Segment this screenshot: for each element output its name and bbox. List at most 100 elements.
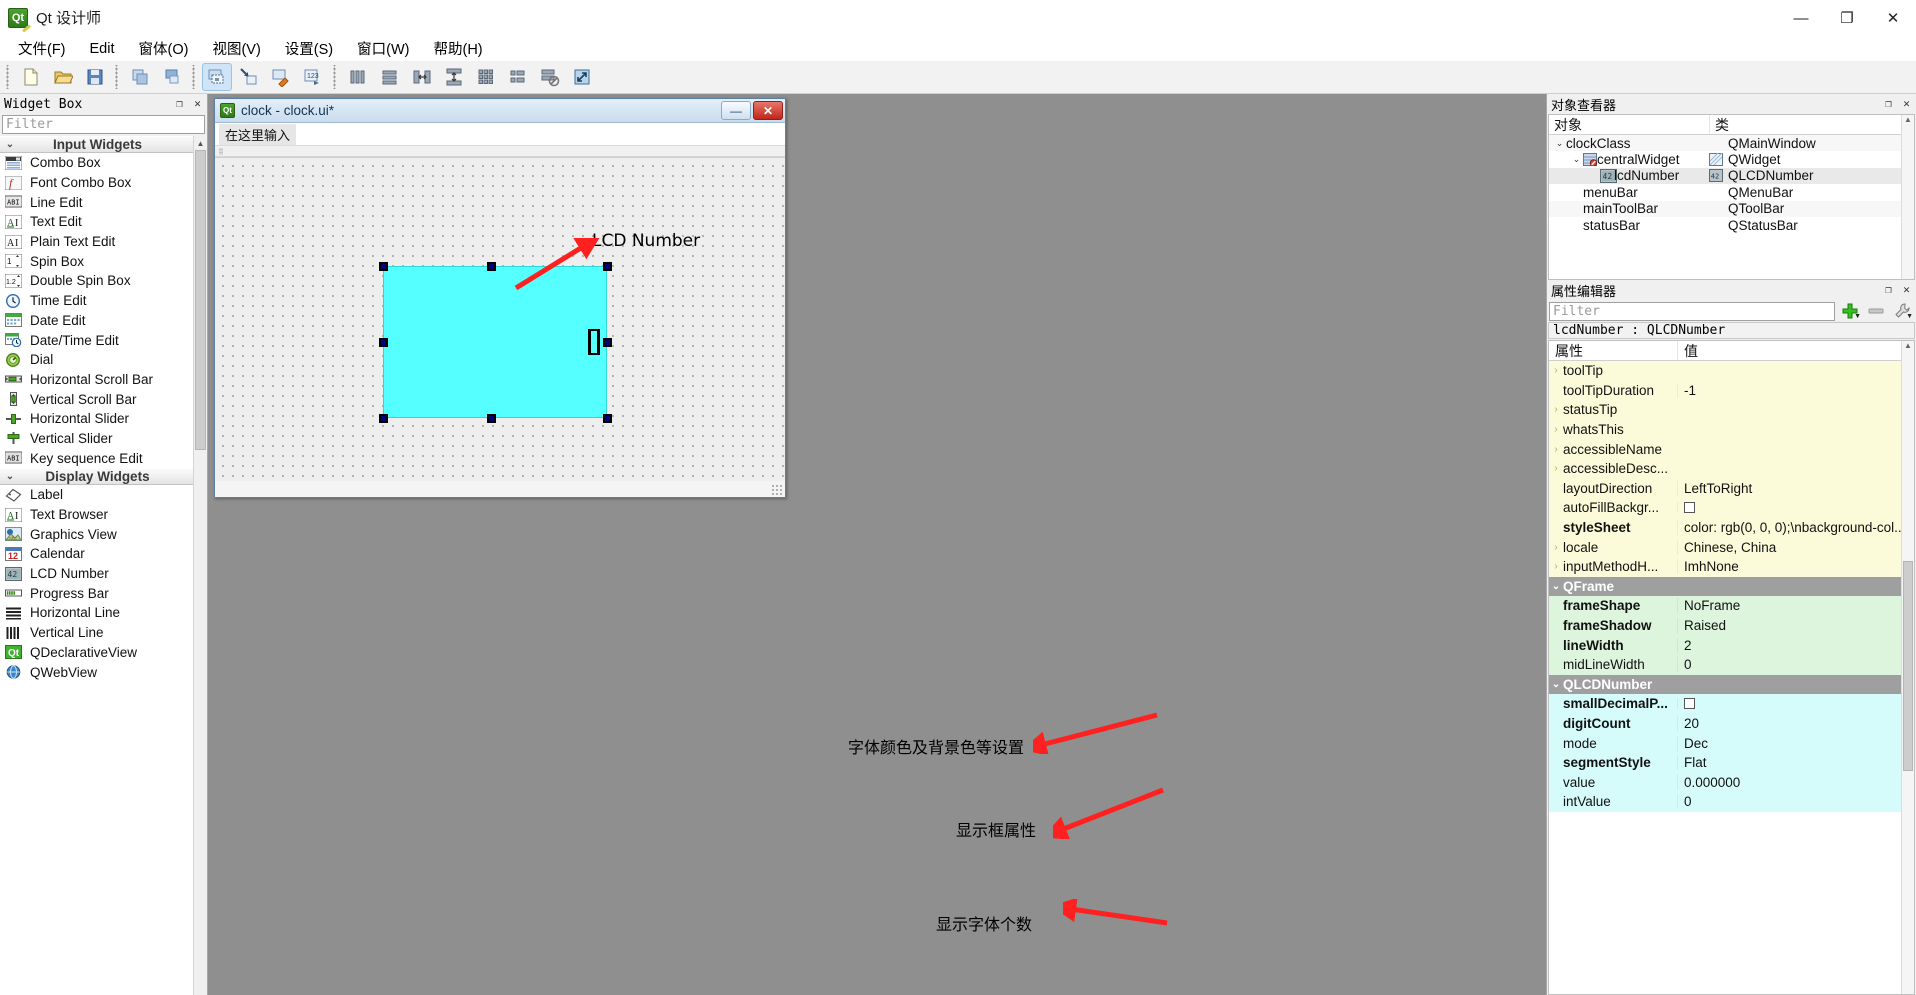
widget-item-calendar[interactable]: 12 Calendar: [0, 544, 193, 564]
widget-item-lcd-number[interactable]: 42 LCD Number: [0, 563, 193, 584]
widget-item-line-edit[interactable]: ABI Line Edit: [0, 192, 193, 213]
widget-box-float-button[interactable]: ❐: [173, 96, 186, 110]
property-checkbox[interactable]: [1684, 698, 1695, 710]
open-form-button[interactable]: [48, 63, 78, 91]
property-row-value[interactable]: value 0.000000: [1549, 772, 1914, 793]
resize-handle-top-left[interactable]: [379, 262, 388, 271]
widget-item-horizontal-line[interactable]: Horizontal Line: [0, 603, 193, 623]
widget-item-combo-box[interactable]: Combo Box: [0, 153, 193, 173]
configure-property-editor-button[interactable]: ▼: [1891, 301, 1913, 321]
form-canvas[interactable]: LCD Number: [215, 157, 785, 481]
object-inspector-float-button[interactable]: ❐: [1882, 96, 1895, 110]
property-row-autofillbackgr-[interactable]: autoFillBackgr...: [1549, 498, 1914, 518]
property-row-qframe[interactable]: ⌄ QFrame: [1549, 576, 1914, 597]
chevron-right-icon[interactable]: ›: [1549, 463, 1563, 474]
menu-item-5[interactable]: 窗口(W): [345, 36, 421, 61]
scrollbar-thumb[interactable]: [1903, 561, 1913, 771]
object-row-centralWidget[interactable]: ⌄ centralWidget QWidget: [1549, 151, 1914, 167]
chevron-right-icon[interactable]: ›: [1549, 542, 1563, 553]
chevron-down-icon[interactable]: ⌄: [1553, 138, 1566, 149]
menu-item-4[interactable]: 设置(S): [273, 36, 345, 61]
resize-handle-bottom-center[interactable]: [487, 414, 496, 423]
property-row-statustip[interactable]: › statusTip: [1549, 400, 1914, 420]
widget-category-header-0[interactable]: ⌄ Input Widgets: [0, 136, 193, 153]
chevron-right-icon[interactable]: ›: [1549, 424, 1563, 435]
object-row-statusBar[interactable]: statusBar QStatusBar: [1549, 217, 1914, 233]
property-row-frameshadow[interactable]: frameShadow Raised: [1549, 615, 1914, 636]
chevron-down-icon[interactable]: ⌄: [1549, 679, 1563, 690]
menu-item-2[interactable]: 窗体(O): [127, 36, 201, 61]
widget-item-graphics-view[interactable]: abc Graphics View: [0, 524, 193, 545]
object-row-lcdNumber[interactable]: 42 lcdNumber 42 QLCDNumber: [1549, 167, 1914, 185]
undo-button[interactable]: [125, 63, 155, 91]
resize-handle-top-right[interactable]: [603, 262, 612, 271]
lcd-number-widget[interactable]: [383, 266, 607, 418]
toolbar-grip-1[interactable]: [114, 65, 121, 89]
property-row-qlcdnumber[interactable]: ⌄ QLCDNumber: [1549, 674, 1914, 695]
edit-tab-order-button[interactable]: 123: [298, 63, 328, 91]
property-filter-input[interactable]: Filter: [1549, 301, 1835, 321]
property-row-tooltipduration[interactable]: toolTipDuration -1: [1549, 380, 1914, 401]
property-row-locale[interactable]: › locale Chinese, China: [1549, 537, 1914, 557]
property-row-stylesheet[interactable]: styleSheet color: rgb(0, 0, 0);\nbackgrou…: [1549, 517, 1914, 538]
widget-item-font-combo-box[interactable]: f Font Combo Box: [0, 172, 193, 193]
form-minimize-button[interactable]: —: [721, 101, 751, 120]
object-inspector-scrollbar[interactable]: ▲: [1901, 115, 1914, 279]
chevron-down-icon[interactable]: ⌄: [1549, 581, 1563, 592]
widget-item-double-spin-box[interactable]: 1.2 Double Spin Box: [0, 271, 193, 291]
property-row-tooltip[interactable]: › toolTip: [1549, 361, 1914, 381]
widget-item-horizontal-scroll-bar[interactable]: Horizontal Scroll Bar: [0, 369, 193, 390]
widget-item-text-browser[interactable]: A I Text Browser: [0, 504, 193, 525]
property-row-midlinewidth[interactable]: midLineWidth 0: [1549, 654, 1914, 675]
property-editor-scrollbar[interactable]: ▲: [1901, 341, 1914, 994]
layout-grid-button[interactable]: [471, 63, 501, 91]
property-row-accessiblename[interactable]: › accessibleName: [1549, 439, 1914, 459]
save-form-button[interactable]: [80, 63, 110, 91]
property-editor-close-button[interactable]: ✕: [1900, 282, 1913, 296]
widget-item-date-edit[interactable]: Date Edit: [0, 310, 193, 331]
property-row-whatsthis[interactable]: › whatsThis: [1549, 419, 1914, 440]
property-row-layoutdirection[interactable]: layoutDirection LeftToRight: [1549, 478, 1914, 499]
widget-item-qwebview[interactable]: QWebView: [0, 662, 193, 682]
widget-item-vertical-scroll-bar[interactable]: Vertical Scroll Bar: [0, 389, 193, 409]
widget-item-time-edit[interactable]: Time Edit: [0, 290, 193, 311]
menu-item-0[interactable]: 文件(F): [6, 36, 78, 61]
form-menu-bar[interactable]: 在这里输入: [215, 123, 785, 146]
widget-box-scrollbar[interactable]: ▲: [193, 136, 207, 995]
chevron-right-icon[interactable]: ›: [1549, 404, 1563, 415]
widget-item-dial[interactable]: Dial: [0, 349, 193, 370]
object-row-mainToolBar[interactable]: mainToolBar QToolBar: [1549, 200, 1914, 217]
widget-box-close-button[interactable]: ✕: [191, 96, 204, 110]
add-dynamic-property-button[interactable]: ▼: [1839, 301, 1861, 321]
object-inspector-close-button[interactable]: ✕: [1900, 96, 1913, 110]
widget-item-spin-box[interactable]: 1 Spin Box: [0, 251, 193, 272]
property-row-segmentstyle[interactable]: segmentStyle Flat: [1549, 752, 1914, 773]
menu-item-1[interactable]: Edit: [78, 39, 127, 59]
property-row-smalldecimalp-[interactable]: smallDecimalP...: [1549, 694, 1914, 714]
widget-item-label[interactable]: Label: [0, 485, 193, 505]
chevron-right-icon[interactable]: ›: [1549, 561, 1563, 572]
property-row-accessibledesc-[interactable]: › accessibleDesc...: [1549, 458, 1914, 479]
form-window[interactable]: Qt clock - clock.ui* — ✕ 在这里输入 LCD Numbe…: [214, 98, 786, 498]
scrollbar-thumb[interactable]: [195, 150, 206, 450]
layout-splitter-vertical-button[interactable]: [439, 63, 469, 91]
property-row-linewidth[interactable]: lineWidth 2: [1549, 635, 1914, 655]
widget-item-vertical-slider[interactable]: Vertical Slider: [0, 428, 193, 449]
object-row-clockClass[interactable]: ⌄ clockClass QMainWindow: [1549, 135, 1914, 152]
form-resize-grip[interactable]: [771, 484, 783, 496]
widget-item-date-time-edit[interactable]: Date/Time Edit: [0, 330, 193, 350]
resize-handle-middle-left[interactable]: [379, 338, 388, 347]
toolbar-grip-2[interactable]: [191, 65, 198, 89]
property-row-frameshape[interactable]: frameShape NoFrame: [1549, 596, 1914, 616]
chevron-down-icon[interactable]: ⌄: [1570, 154, 1583, 165]
widget-item-plain-text-edit[interactable]: A I Plain Text Edit: [0, 231, 193, 252]
chevron-right-icon[interactable]: ›: [1549, 365, 1563, 376]
resize-handle-bottom-right[interactable]: [603, 414, 612, 423]
widget-item-horizontal-slider[interactable]: Horizontal Slider: [0, 408, 193, 429]
layout-vertically-button[interactable]: [375, 63, 405, 91]
widget-item-key-sequence-edit[interactable]: ABI Key sequence Edit: [0, 448, 193, 468]
new-form-button[interactable]: [16, 63, 46, 91]
edit-widgets-button[interactable]: [202, 63, 232, 91]
menu-item-3[interactable]: 视图(V): [200, 36, 272, 61]
chevron-right-icon[interactable]: ›: [1549, 444, 1563, 455]
